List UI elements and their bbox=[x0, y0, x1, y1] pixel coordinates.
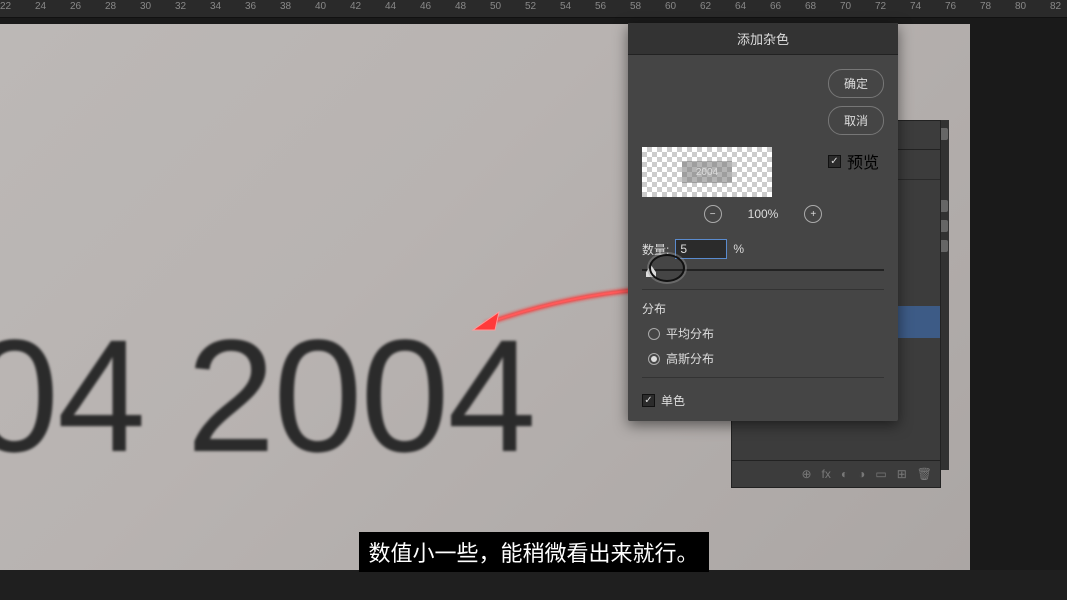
ruler-tick: 40 bbox=[315, 1, 326, 12]
ruler-tick: 24 bbox=[35, 1, 46, 12]
ruler-tick: 50 bbox=[490, 1, 501, 12]
link-layers-icon[interactable]: ⊕ bbox=[801, 467, 811, 481]
amount-label: 数量: bbox=[642, 241, 669, 258]
ruler-tick: 82 bbox=[1050, 1, 1061, 12]
layers-footer: ⊕ fx ◐ ◑ ▭ ⊞ 🗑 bbox=[732, 460, 940, 487]
bottom-strip bbox=[0, 570, 1067, 600]
ruler-tick: 32 bbox=[175, 1, 186, 12]
new-layer-icon[interactable]: ⊞ bbox=[897, 467, 907, 481]
ruler-tick: 42 bbox=[350, 1, 361, 12]
monochrome-checkbox[interactable]: ✓ bbox=[642, 394, 655, 407]
ruler-tick: 64 bbox=[735, 1, 746, 12]
monochrome-label: 单色 bbox=[661, 392, 685, 409]
radio-uniform[interactable] bbox=[648, 328, 660, 340]
ruler-tick: 54 bbox=[560, 1, 571, 12]
zoom-out-icon[interactable]: − bbox=[704, 205, 722, 223]
preview-label: 预览 bbox=[847, 149, 879, 173]
ruler-tick: 36 bbox=[245, 1, 256, 12]
mask-icon[interactable]: ◐ bbox=[841, 467, 848, 481]
adjustment-icon[interactable]: ◑ bbox=[858, 467, 865, 481]
canvas-text: 04 2004 bbox=[0, 304, 534, 488]
group-icon[interactable]: ▭ bbox=[875, 467, 886, 481]
ruler-tick: 44 bbox=[385, 1, 396, 12]
subtitle-caption: 数值小一些，能稍微看出来就行。 bbox=[358, 532, 708, 572]
slider-thumb[interactable] bbox=[646, 265, 656, 277]
add-noise-dialog: 添加杂色 确定 取消 ✓ 预览 2004 − 100% + 数量: % 分布 bbox=[628, 23, 898, 421]
ok-button[interactable]: 确定 bbox=[828, 69, 884, 98]
cancel-button[interactable]: 取消 bbox=[828, 106, 884, 135]
radio-gaussian-label: 高斯分布 bbox=[666, 350, 714, 367]
radio-gaussian[interactable] bbox=[648, 353, 660, 365]
ruler-tick: 72 bbox=[875, 1, 886, 12]
zoom-level: 100% bbox=[748, 207, 779, 221]
fx-icon[interactable]: fx bbox=[822, 467, 831, 481]
ruler-tick: 48 bbox=[455, 1, 466, 12]
ruler-tick: 46 bbox=[420, 1, 431, 12]
ruler-tick: 38 bbox=[280, 1, 291, 12]
dialog-title: 添加杂色 bbox=[628, 23, 898, 55]
ruler-horizontal: 22 24 26 28 30 32 34 36 38 40 42 44 46 4… bbox=[0, 0, 1067, 18]
preview-checkbox[interactable]: ✓ bbox=[828, 155, 841, 168]
ruler-tick: 66 bbox=[770, 1, 781, 12]
ruler-tick: 58 bbox=[630, 1, 641, 12]
ruler-tick: 74 bbox=[910, 1, 921, 12]
amount-slider[interactable] bbox=[642, 263, 884, 279]
ruler-tick: 52 bbox=[525, 1, 536, 12]
preview-thumbnail[interactable]: 2004 bbox=[642, 147, 772, 197]
ruler-tick: 34 bbox=[210, 1, 221, 12]
amount-unit: % bbox=[733, 242, 744, 256]
distribution-label: 分布 bbox=[642, 300, 884, 317]
preview-inner: 2004 bbox=[682, 161, 732, 183]
amount-input[interactable] bbox=[675, 239, 727, 259]
ruler-tick: 28 bbox=[105, 1, 116, 12]
ruler-tick: 68 bbox=[805, 1, 816, 12]
zoom-in-icon[interactable]: + bbox=[804, 205, 822, 223]
ruler-tick: 76 bbox=[945, 1, 956, 12]
radio-uniform-label: 平均分布 bbox=[666, 325, 714, 342]
ruler-tick: 26 bbox=[70, 1, 81, 12]
ruler-tick: 70 bbox=[840, 1, 851, 12]
ruler-tick: 30 bbox=[140, 1, 151, 12]
ruler-tick: 60 bbox=[665, 1, 676, 12]
ruler-tick: 56 bbox=[595, 1, 606, 12]
trash-icon[interactable]: 🗑 bbox=[917, 467, 932, 481]
ruler-tick: 22 bbox=[0, 1, 11, 12]
ruler-tick: 62 bbox=[700, 1, 711, 12]
ruler-tick: 78 bbox=[980, 1, 991, 12]
slider-track bbox=[642, 269, 884, 271]
ruler-tick: 80 bbox=[1015, 1, 1026, 12]
